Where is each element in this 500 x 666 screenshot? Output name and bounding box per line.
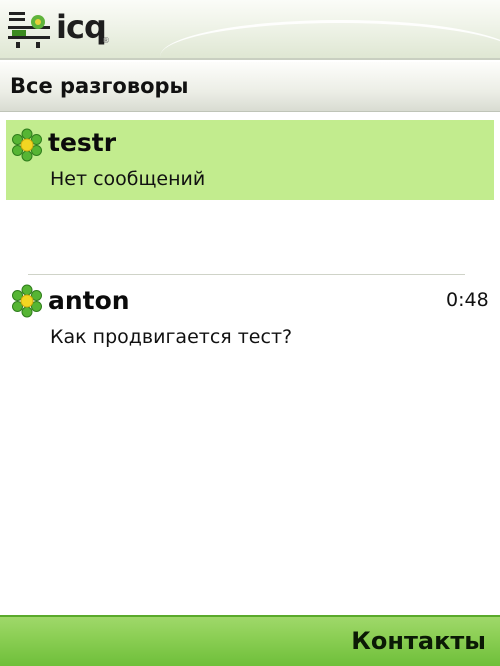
message-time: 0:48 (446, 289, 489, 311)
contact-name: anton (48, 286, 130, 315)
softkey-bar: Контакты (0, 615, 500, 666)
app-name: icq (56, 8, 107, 46)
app-logo-icon (8, 12, 50, 48)
page-title: Все разговоры (10, 74, 189, 98)
list-divider (28, 274, 465, 275)
app-title-bar: icq ® (0, 0, 500, 60)
icq-flower-icon (12, 128, 42, 162)
last-message: Нет сообщений (50, 168, 206, 190)
conversation-item-anton[interactable]: anton 0:48 Как продвигается тест? (0, 200, 500, 348)
section-header: Все разговоры (0, 62, 500, 112)
trademark-mark: ® (102, 36, 110, 45)
conversation-list: testr Нет сообщений anton 0:48 Как продв… (0, 120, 500, 348)
contact-name: testr (48, 128, 117, 157)
icq-flower-icon (12, 284, 42, 318)
conversation-item-testr[interactable]: testr Нет сообщений (6, 120, 494, 200)
last-message: Как продвигается тест? (50, 326, 293, 348)
contacts-softkey[interactable]: Контакты (351, 627, 486, 655)
